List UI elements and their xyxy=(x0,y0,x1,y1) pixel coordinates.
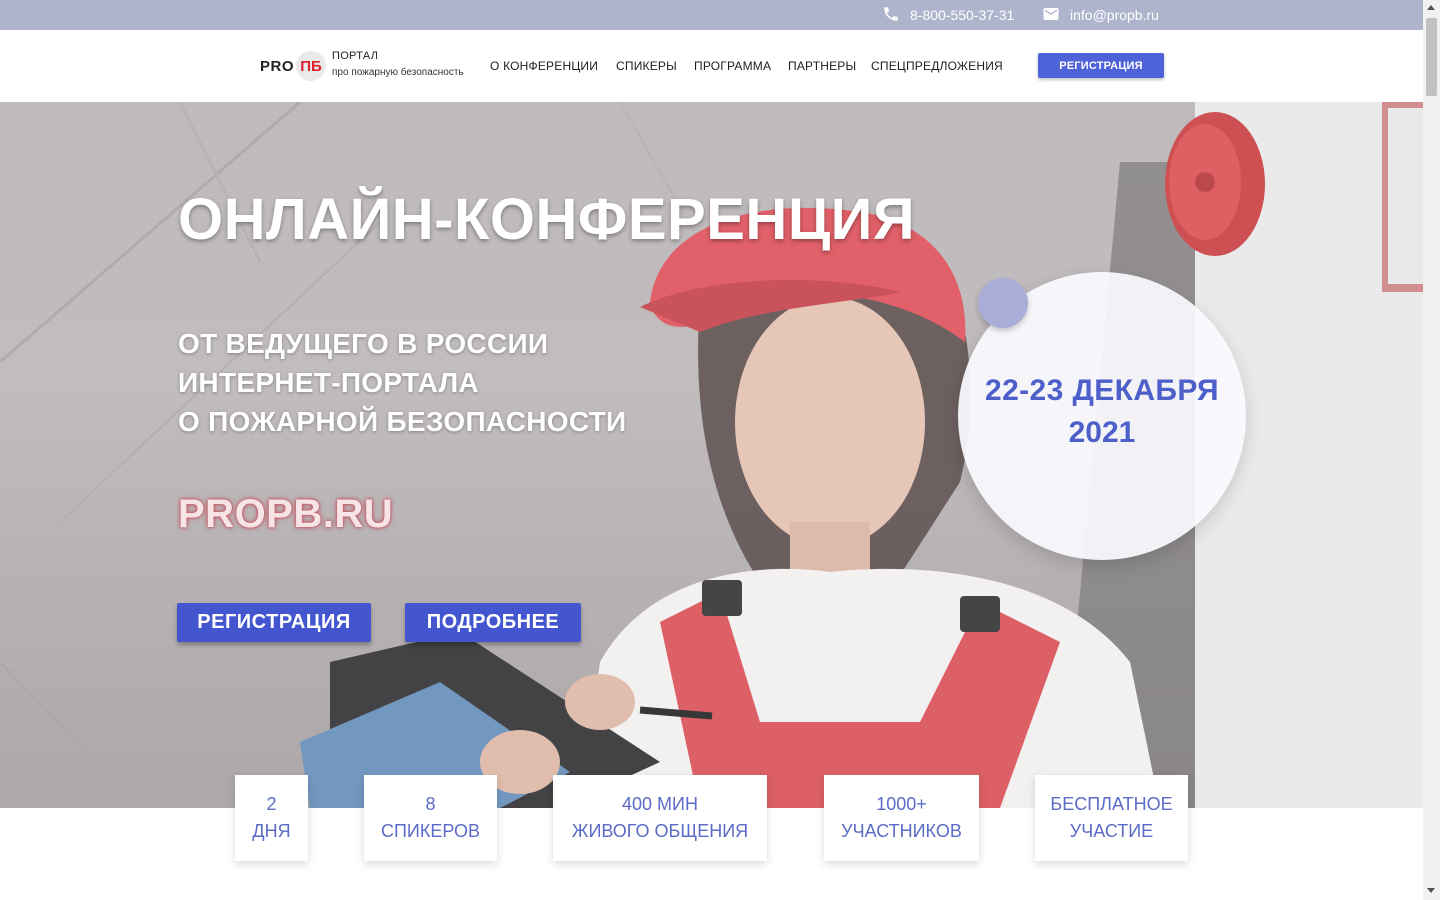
hero-register-button[interactable]: РЕГИСТРАЦИЯ xyxy=(177,603,371,642)
hero-section: ОНЛАЙН-КОНФЕРЕНЦИЯ ОТ ВЕДУЩЕГО В РОССИИ … xyxy=(0,102,1423,808)
header-register-button[interactable]: РЕГИСТРАЦИЯ xyxy=(1038,53,1164,78)
page: 8-800-550-37-31 info@propb.ru PRO ПБ ПОР… xyxy=(0,0,1440,900)
nav-item-speakers[interactable]: СПИКЕРЫ xyxy=(616,59,677,73)
stat-label: УЧАСТИЕ xyxy=(1069,821,1154,841)
top-contact-bar: 8-800-550-37-31 info@propb.ru xyxy=(0,0,1423,30)
decorative-dot xyxy=(978,278,1028,328)
event-date-year: 2021 xyxy=(1068,416,1136,449)
stat-label: ЖИВОГО ОБЩЕНИЯ xyxy=(571,821,749,841)
site-header: PRO ПБ ПОРТАЛ про пожарную безопасность … xyxy=(0,30,1423,102)
stat-card-minutes: 400 МИН ЖИВОГО ОБЩЕНИЯ xyxy=(553,775,767,861)
stat-value: БЕСПЛАТНОЕ xyxy=(1050,794,1173,814)
scroll-down-arrow-icon[interactable] xyxy=(1427,888,1435,893)
logo-caption-line2: про пожарную безопасность xyxy=(332,67,464,78)
hero-subtitle-line: ОТ ВЕДУЩЕГО В РОССИИ xyxy=(178,328,549,359)
scrollbar-thumb[interactable] xyxy=(1426,18,1437,96)
hero-site-name: PROPB.RU xyxy=(178,492,394,536)
stat-label: УЧАСТНИКОВ xyxy=(841,821,962,841)
scroll-up-arrow-icon[interactable] xyxy=(1427,5,1435,10)
stat-value: 400 МИН xyxy=(622,794,698,814)
email-address[interactable]: info@propb.ru xyxy=(1070,7,1159,23)
nav-item-program[interactable]: ПРОГРАММА xyxy=(694,59,771,73)
email-contact[interactable]: info@propb.ru xyxy=(1042,0,1159,30)
site-logo[interactable]: PRO ПБ ПОРТАЛ про пожарную безопасность xyxy=(260,50,464,82)
logo-pb-badge: ПБ xyxy=(296,51,327,81)
stat-value: 1000+ xyxy=(876,794,927,814)
nav-item-partners[interactable]: ПАРТНЕРЫ xyxy=(788,59,856,73)
stat-card-days: 2 ДНЯ xyxy=(235,775,308,861)
phone-contact[interactable]: 8-800-550-37-31 xyxy=(882,0,1014,30)
event-date-days: 22-23 ДЕКАБРЯ xyxy=(984,374,1219,407)
logo-caption-line1: ПОРТАЛ xyxy=(332,50,379,62)
hero-subtitle-line: ИНТЕРНЕТ-ПОРТАЛА xyxy=(178,367,479,398)
nav-item-offers[interactable]: СПЕЦПРЕДЛОЖЕНИЯ xyxy=(871,59,1003,73)
page-scrollbar[interactable] xyxy=(1423,0,1440,900)
stat-card-participants: 1000+ УЧАСТНИКОВ xyxy=(824,775,979,861)
stat-card-speakers: 8 СПИКЕРОВ xyxy=(364,775,497,861)
mail-icon xyxy=(1042,5,1060,26)
logo-pro-text: PRO xyxy=(260,57,295,75)
hero-more-button[interactable]: ПОДРОБНЕЕ xyxy=(405,603,581,642)
phone-icon xyxy=(882,5,900,26)
hero-subtitle: ОТ ВЕДУЩЕГО В РОССИИ ИНТЕРНЕТ-ПОРТАЛА О … xyxy=(178,324,626,441)
phone-number[interactable]: 8-800-550-37-31 xyxy=(910,7,1014,23)
stat-value: 2 xyxy=(266,794,277,814)
stat-card-free: БЕСПЛАТНОЕ УЧАСТИЕ xyxy=(1035,775,1188,861)
hero-title: ОНЛАЙН-КОНФЕРЕНЦИЯ xyxy=(178,187,916,252)
logo-caption: ПОРТАЛ про пожарную безопасность xyxy=(332,50,492,78)
hero-subtitle-line: О ПОЖАРНОЙ БЕЗОПАСНОСТИ xyxy=(178,406,627,437)
stat-value: 8 xyxy=(425,794,436,814)
stat-label: ДНЯ xyxy=(252,821,291,841)
nav-item-about[interactable]: О КОНФЕРЕНЦИИ xyxy=(490,59,598,73)
stat-label: СПИКЕРОВ xyxy=(381,821,480,841)
